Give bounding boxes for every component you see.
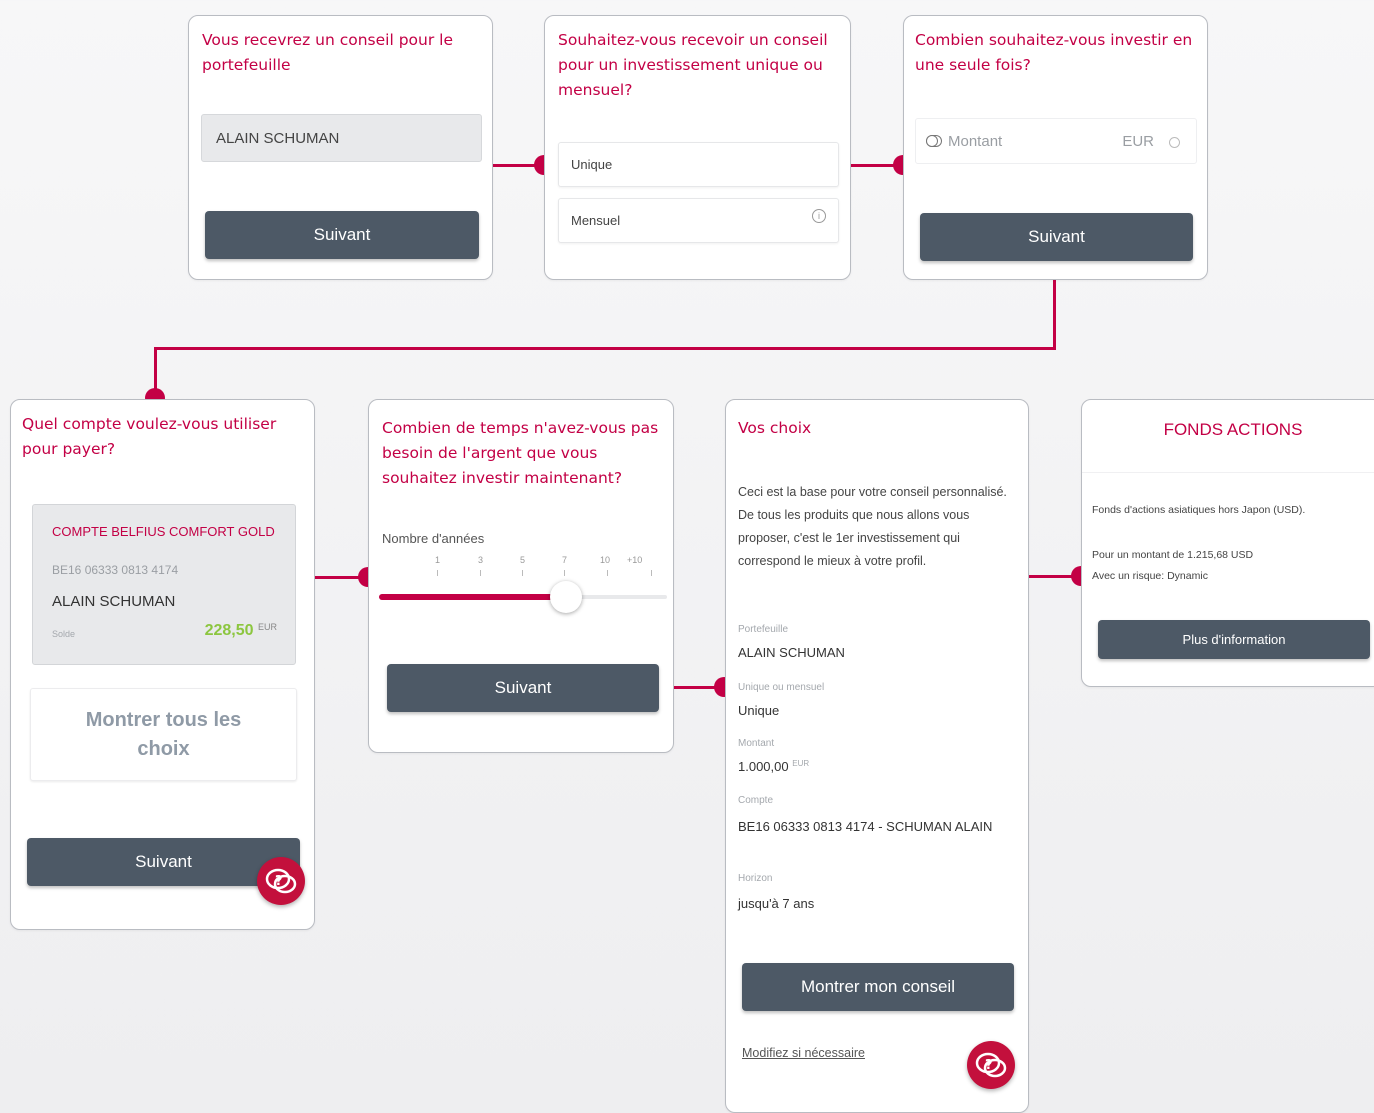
- account-iban: BE16 06333 0813 4174: [52, 563, 179, 577]
- option-unique[interactable]: Unique: [558, 142, 839, 187]
- show-all-choices-button[interactable]: Montrer tous les choix: [30, 688, 297, 781]
- connector-line: [154, 347, 1056, 350]
- show-all-choices-label: Montrer tous les choix: [85, 708, 242, 760]
- clear-icon[interactable]: [1169, 137, 1180, 148]
- card-question: Combien souhaitez-vous investir en une s…: [915, 31, 1193, 74]
- summary-card: Vos choix Ceci est la base pour votre co…: [725, 399, 1029, 1113]
- tick-label: 10: [600, 555, 611, 565]
- type-label: Unique ou mensuel: [738, 682, 825, 693]
- portfolio-label: Portefeuille: [738, 624, 789, 635]
- next-button[interactable]: Suivant: [920, 213, 1193, 261]
- card-question: Souhaitez-vous recevoir un conseil pour …: [558, 31, 828, 99]
- currency-label: EUR: [1122, 133, 1154, 150]
- account-label: Compte: [738, 795, 774, 806]
- horizon-value: jusqu'à 7 ans: [738, 896, 815, 911]
- portfolio-field: ALAIN SCHUMAN: [201, 114, 482, 162]
- next-button[interactable]: Suivant: [387, 664, 659, 712]
- tick-label: 3: [478, 555, 484, 565]
- amount-placeholder: Montant: [948, 133, 1003, 150]
- connector-line: [1053, 279, 1056, 350]
- option-unique-label: Unique: [571, 157, 613, 172]
- help-chat-button[interactable]: ?: [257, 857, 305, 905]
- summary-title: Vos choix: [738, 419, 812, 437]
- year-ticks: 1 3 5 7 10 +10: [369, 555, 675, 585]
- modify-link[interactable]: Modifiez si nécessaire: [742, 1046, 865, 1060]
- tick-label: 1: [435, 555, 441, 565]
- card-question: Quel compte voulez-vous utiliser pour pa…: [22, 415, 277, 458]
- balance-amount: 228,50: [204, 622, 254, 639]
- next-button[interactable]: Suivant: [205, 211, 479, 259]
- toggle-icon[interactable]: [926, 135, 942, 147]
- account-holder: ALAIN SCHUMAN: [52, 593, 176, 610]
- account-name: COMPTE BELFIUS COMFORT GOLD: [52, 524, 275, 539]
- portfolio-card: Vous recevrez un conseil pour le portefe…: [188, 15, 493, 280]
- type-value: Unique: [738, 703, 780, 718]
- svg-text:?: ?: [985, 1058, 993, 1073]
- amount-currency: EUR: [792, 759, 810, 768]
- info-icon[interactable]: i: [812, 209, 826, 223]
- fund-description: Fonds d'actions asiatiques hors Japon (U…: [1092, 504, 1306, 516]
- tick-label: 7: [562, 555, 568, 565]
- slider-handle[interactable]: [550, 581, 582, 613]
- balance-value: 228,50 EUR: [205, 622, 277, 640]
- fund-card: FONDS ACTIONS Fonds d'actions asiatiques…: [1081, 399, 1374, 687]
- tick-label: +10: [627, 555, 643, 565]
- account-option[interactable]: COMPTE BELFIUS COMFORT GOLD BE16 06333 0…: [32, 504, 296, 665]
- year-slider[interactable]: [379, 592, 667, 604]
- slider-fill: [379, 594, 567, 600]
- amount-value: 1.000,00 EUR: [738, 759, 809, 774]
- option-monthly-label: Mensuel: [571, 213, 621, 228]
- portfolio-value: ALAIN SCHUMAN: [738, 645, 845, 660]
- show-advice-button[interactable]: Montrer mon conseil: [742, 963, 1014, 1011]
- more-info-button[interactable]: Plus d'information: [1098, 620, 1370, 659]
- help-chat-icon: ?: [265, 868, 297, 894]
- help-chat-icon: ?: [975, 1052, 1007, 1078]
- help-chat-button[interactable]: ?: [967, 1041, 1015, 1089]
- fund-amount-line: Pour un montant de 1.215,68 USD: [1092, 549, 1254, 561]
- fund-risk-line: Avec un risque: Dynamic: [1092, 570, 1208, 582]
- amount-card: Combien souhaitez-vous investir en une s…: [903, 15, 1208, 280]
- amount-input[interactable]: Montant EUR: [915, 118, 1197, 164]
- amount-label: Montant: [738, 738, 775, 749]
- balance-label: Solde: [52, 629, 76, 639]
- portfolio-name: ALAIN SCHUMAN: [216, 129, 340, 147]
- slider-label: Nombre d'années: [382, 531, 485, 546]
- card-question: Vous recevrez un conseil pour le portefe…: [202, 31, 453, 74]
- amount-number: 1.000,00: [738, 759, 789, 774]
- account-value: BE16 06333 0813 4174 - SCHUMAN ALAIN: [738, 819, 993, 834]
- account-card: Quel compte voulez-vous utiliser pour pa…: [10, 399, 315, 930]
- card-question: Combien de temps n'avez-vous pas besoin …: [382, 419, 659, 487]
- balance-currency: EUR: [257, 622, 277, 632]
- fund-title: FONDS ACTIONS: [1163, 420, 1303, 439]
- summary-intro: Ceci est la base pour votre conseil pers…: [738, 485, 1007, 568]
- option-monthly[interactable]: Mensuel i: [558, 198, 839, 243]
- title-divider: [1082, 472, 1374, 473]
- horizon-card: Combien de temps n'avez-vous pas besoin …: [368, 399, 674, 753]
- frequency-card: Souhaitez-vous recevoir un conseil pour …: [544, 15, 851, 280]
- svg-text:?: ?: [275, 874, 283, 889]
- tick-label: 5: [520, 555, 526, 565]
- horizon-label: Horizon: [738, 873, 773, 884]
